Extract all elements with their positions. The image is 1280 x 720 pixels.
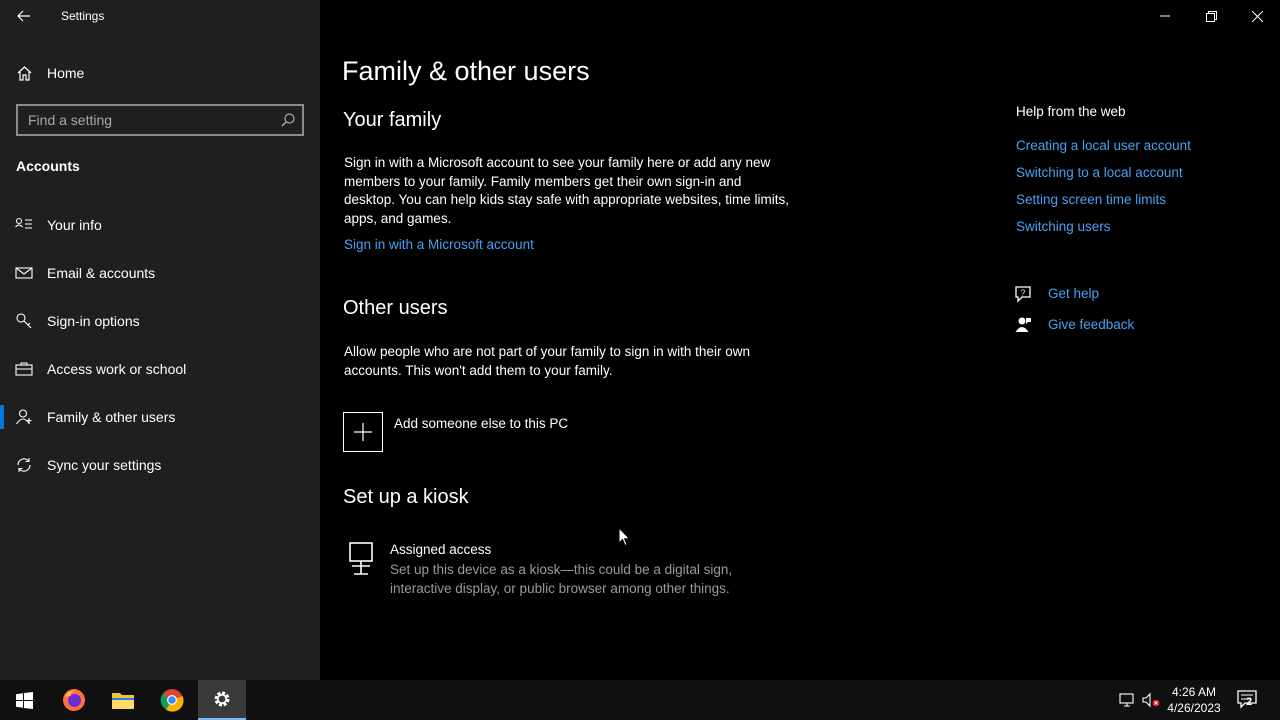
sidebar-item-sync-settings[interactable]: Sync your settings [0,445,320,485]
sidebar: Settings Home Accounts Your info Email &… [0,0,320,680]
main-content: Family & other users Your family Sign in… [320,0,1280,680]
other-users-description: Allow people who are not part of your fa… [344,344,750,378]
sidebar-item-your-info[interactable]: Your info [0,205,320,245]
close-button[interactable] [1234,0,1280,32]
network-icon[interactable] [1118,692,1136,708]
clock-time: 4:26 AM [1171,685,1217,699]
sidebar-item-label: Email & accounts [47,265,156,281]
key-icon [16,313,32,329]
sidebar-item-label: Access work or school [47,361,187,377]
volume-muted-icon[interactable] [1142,692,1160,708]
sync-icon [17,458,31,472]
taskbar-chrome[interactable] [148,680,196,720]
back-arrow-icon [17,10,30,22]
taskbar-settings[interactable] [198,680,246,720]
home-icon [17,66,32,81]
sidebar-item-label: Sync your settings [47,457,162,473]
sidebar-item-label: Your info [47,217,102,233]
taskbar-file-explorer[interactable] [99,680,147,720]
help-link-switch-local[interactable]: Switching to a local account [1016,165,1183,180]
help-link-switching-users[interactable]: Switching users [1016,219,1111,234]
assigned-access-description: Set up this device as a kiosk—this could… [390,562,733,596]
home-nav-item[interactable]: Home [0,56,320,90]
get-help-label: Get help [1048,286,1100,301]
help-link-screen-time[interactable]: Setting screen time limits [1016,192,1166,207]
sign-in-microsoft-link[interactable]: Sign in with a Microsoft account [344,237,534,252]
section-heading: Accounts [16,158,80,174]
add-user-label[interactable]: Add someone else to this PC [394,416,568,431]
chat-help-icon: ? [1015,286,1031,303]
chrome-icon [160,689,184,712]
your-family-heading: Your family [343,109,442,131]
taskbar-firefox[interactable] [50,680,98,720]
gear-icon [214,691,230,707]
restore-icon [1205,10,1217,22]
feedback-icon [1015,317,1031,332]
search-input[interactable] [18,106,268,134]
minimize-icon [1160,15,1170,17]
other-users-heading: Other users [343,297,448,319]
page-title: Family & other users [342,56,590,86]
help-heading: Help from the web [1016,104,1126,119]
window-controls [1142,0,1280,32]
sidebar-item-label: Family & other users [47,409,176,425]
add-person-icon [16,409,32,425]
kiosk-icon[interactable] [348,542,374,576]
your-family-description: Sign in with a Microsoft account to see … [344,155,789,226]
taskbar: 4:26 AM 4/26/2023 2 [0,680,1280,720]
sidebar-item-family-other-users[interactable]: Family & other users [0,397,320,437]
home-label: Home [47,65,85,81]
kiosk-heading: Set up a kiosk [343,486,469,508]
notification-count-badge: 2 [1246,696,1253,708]
close-icon [1251,10,1263,22]
mail-icon [15,267,33,279]
sidebar-item-sign-in-options[interactable]: Sign-in options [0,301,320,341]
svg-text:?: ? [1021,289,1026,298]
start-button[interactable] [0,680,48,720]
windows-logo-icon [15,691,33,709]
sidebar-item-email-accounts[interactable]: Email & accounts [0,253,320,293]
firefox-icon [63,689,85,711]
search-icon[interactable] [280,112,296,128]
mouse-cursor-icon [618,527,631,547]
sidebar-item-label: Sign-in options [47,313,140,329]
help-link-create-local[interactable]: Creating a local user account [1016,138,1191,153]
title-bar: Settings [0,0,320,32]
restore-button[interactable] [1188,0,1234,32]
add-user-button[interactable] [343,412,383,452]
clock-date: 4/26/2023 [1167,701,1221,715]
assigned-access-title[interactable]: Assigned access [390,542,491,557]
sidebar-item-access-work[interactable]: Access work or school [0,349,320,389]
app-title: Settings [61,9,105,23]
contact-card-icon [15,217,32,229]
minimize-button[interactable] [1142,0,1188,32]
folder-icon [112,693,134,709]
taskbar-clock[interactable]: 4:26 AM 4/26/2023 [1164,684,1224,716]
briefcase-icon [15,362,33,376]
search-box[interactable] [16,104,304,136]
back-button[interactable] [10,4,38,28]
plus-icon [354,423,372,441]
give-feedback-label: Give feedback [1048,317,1135,332]
